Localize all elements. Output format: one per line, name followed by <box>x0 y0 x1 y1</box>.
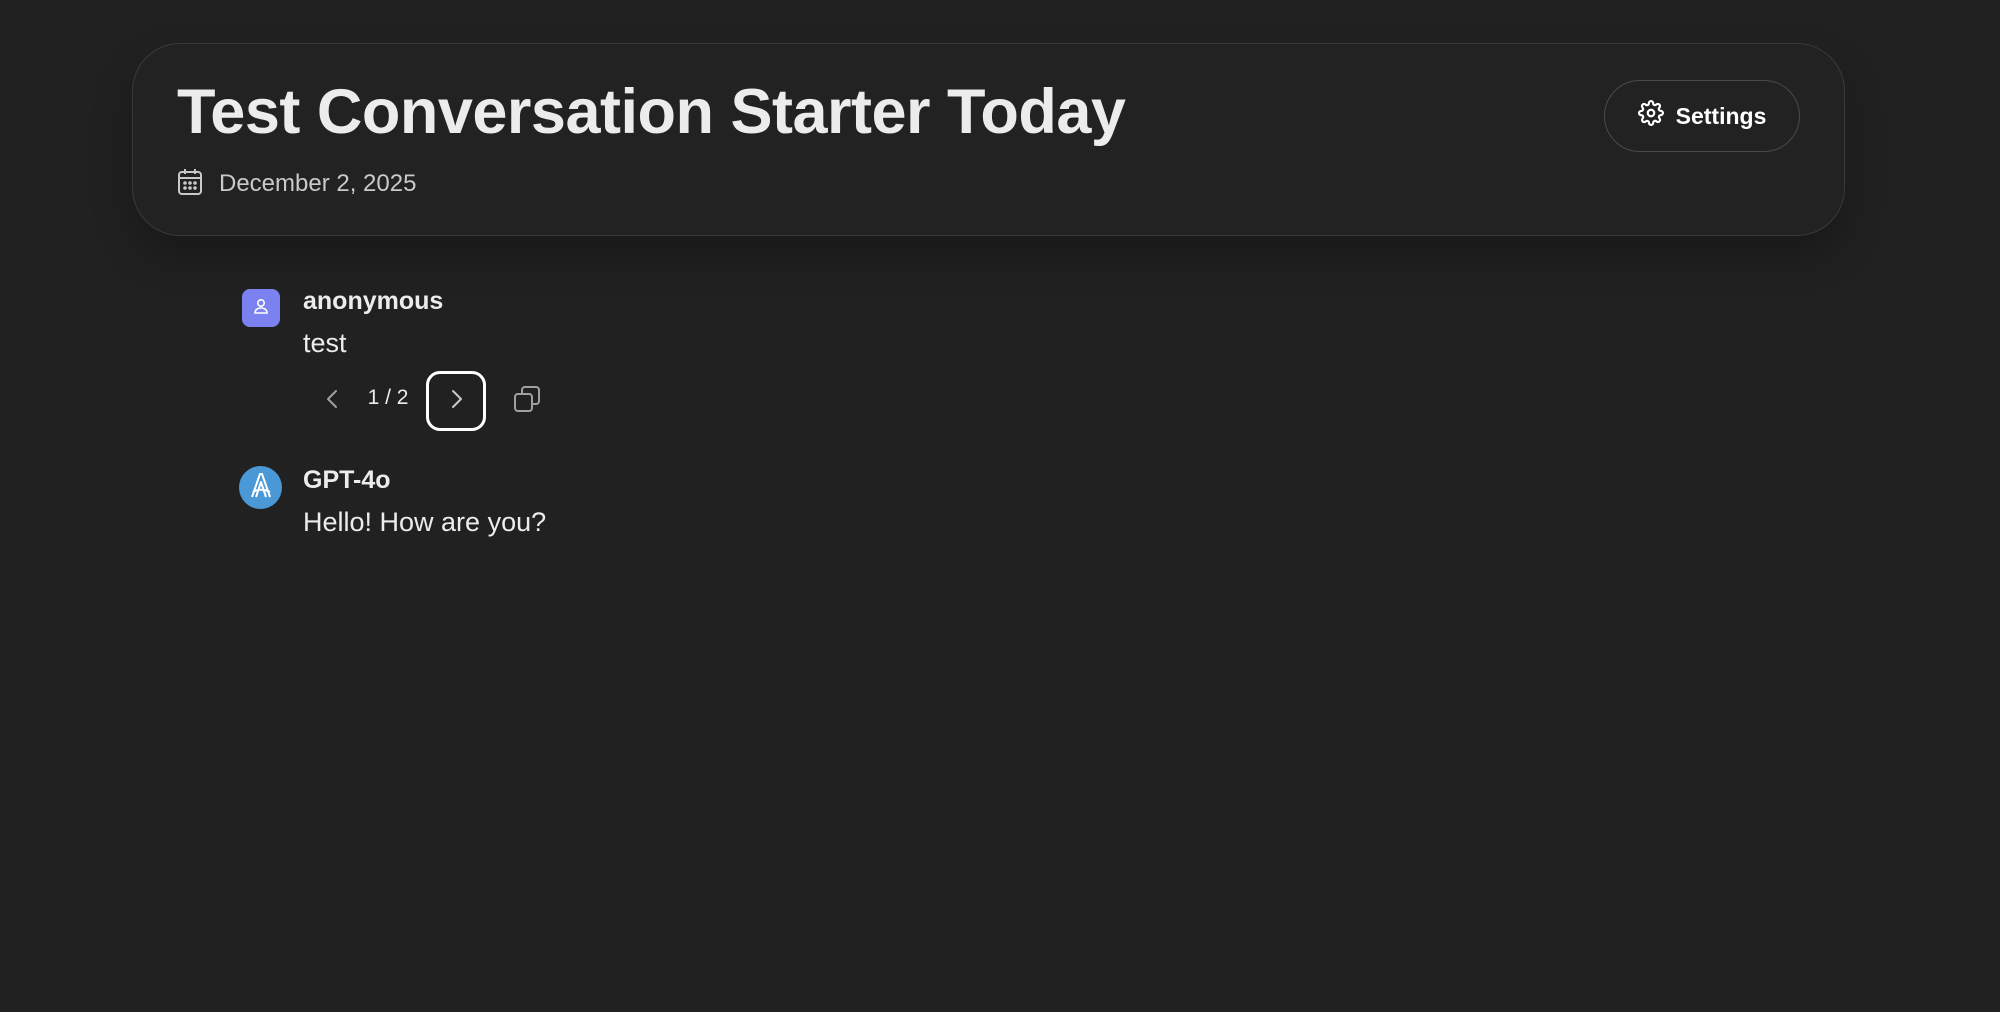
chat-header: Test Conversation Starter Today December… <box>132 43 1845 236</box>
chevron-left-icon <box>322 388 344 415</box>
page-title: Test Conversation Starter Today <box>177 77 1126 147</box>
version-indicator: 1 / 2 <box>367 386 409 409</box>
gear-icon <box>1637 100 1664 132</box>
model-logo-icon <box>246 470 276 505</box>
previous-version-button[interactable] <box>310 378 356 424</box>
message-text: test <box>303 328 347 358</box>
message-author: anonymous <box>303 287 444 315</box>
settings-button[interactable]: Settings <box>1604 80 1800 152</box>
copy-icon <box>512 384 542 419</box>
next-version-button[interactable] <box>426 371 486 431</box>
conversation-date: December 2, 2025 <box>219 170 417 197</box>
user-icon <box>252 297 270 320</box>
date-row: December 2, 2025 <box>177 168 416 200</box>
message-author: GPT-4o <box>303 466 391 494</box>
calendar-icon <box>177 168 203 201</box>
copy-button[interactable] <box>504 378 550 424</box>
user-avatar <box>242 289 280 327</box>
chevron-right-icon <box>445 388 467 415</box>
message-text: Hello! How are you? <box>303 507 547 537</box>
message-controls: 1 / 2 <box>310 371 610 431</box>
model-avatar <box>239 466 282 509</box>
settings-label: Settings <box>1675 102 1767 129</box>
